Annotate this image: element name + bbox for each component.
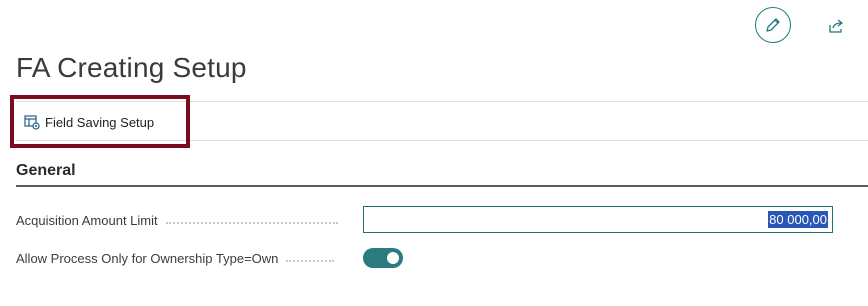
pencil-icon bbox=[766, 18, 780, 32]
page-title: FA Creating Setup bbox=[16, 52, 247, 83]
setup-grid-icon bbox=[24, 115, 40, 130]
share-button[interactable] bbox=[826, 16, 846, 36]
field-row-allow-process-ownership: Allow Process Only for Ownership Type=Ow… bbox=[16, 245, 836, 271]
allow-process-ownership-toggle[interactable] bbox=[363, 248, 403, 268]
leader-dots bbox=[286, 259, 335, 262]
share-icon bbox=[829, 19, 843, 33]
section-underline bbox=[16, 185, 868, 187]
field-label: Allow Process Only for Ownership Type=Ow… bbox=[16, 250, 279, 266]
field-label: Acquisition Amount Limit bbox=[16, 212, 158, 228]
toggle-knob bbox=[387, 252, 399, 264]
page: FA Creating Setup Field Saving Setup Gen… bbox=[0, 0, 868, 306]
section-title-general: General bbox=[16, 162, 76, 179]
divider bbox=[16, 140, 868, 141]
divider bbox=[16, 101, 868, 102]
acquisition-amount-limit-input[interactable] bbox=[363, 206, 833, 233]
field-saving-setup-button[interactable]: Field Saving Setup bbox=[24, 112, 154, 132]
field-saving-setup-label: Field Saving Setup bbox=[45, 114, 155, 130]
edit-button[interactable] bbox=[755, 7, 791, 43]
leader-dots bbox=[165, 221, 338, 224]
